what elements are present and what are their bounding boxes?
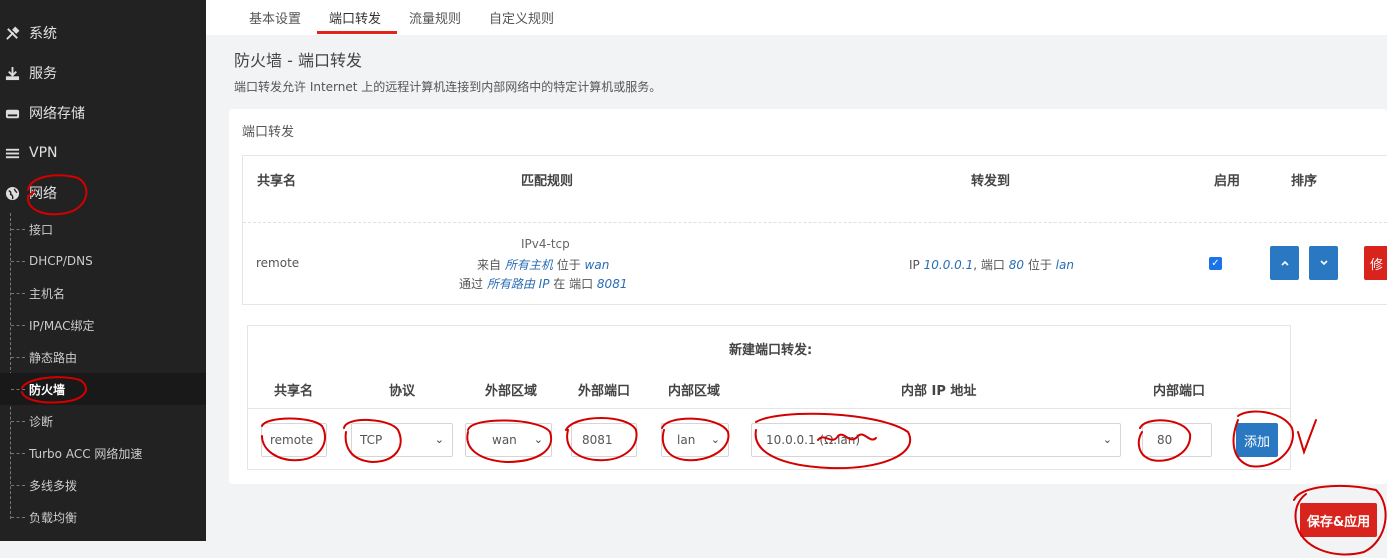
edit-button[interactable]: 修: [1364, 246, 1387, 280]
sidebar-item-label: IP/MAC绑定: [29, 318, 95, 333]
sidebar: 系统 服务 网络存储 VPN 网络 接口 DHCP/DNS 主机名 IP/MAC…: [0, 0, 206, 541]
sidebar-item-label: 多线多拨: [29, 478, 78, 493]
int-zone-select[interactable]: lan ⌄: [661, 423, 729, 457]
new-header-name: 共享名: [274, 384, 314, 399]
sidebar-item-hostnames[interactable]: 主机名: [0, 277, 206, 309]
sidebar-item-label: 防火墙: [29, 382, 66, 397]
menu-item-label: 网络: [29, 186, 57, 202]
ext-port-input[interactable]: 8081: [571, 423, 637, 457]
protocol-select[interactable]: TCP ⌄: [351, 423, 453, 457]
move-down-button[interactable]: [1309, 246, 1338, 280]
tab-port-forwarding[interactable]: 端口转发: [329, 0, 381, 34]
new-header-ext-zone: 外部区域: [485, 384, 538, 399]
chevron-down-icon: ⌄: [1102, 433, 1112, 446]
active-tab-indicator: [317, 31, 397, 34]
int-ip-select[interactable]: 10.0.0.1 (Ω.lan) ⌄: [751, 423, 1121, 457]
sidebar-item-label: DHCP/DNS: [29, 254, 93, 268]
rule-name: remote: [256, 256, 300, 270]
menu-item-nas[interactable]: 网络存储: [0, 93, 206, 133]
list-icon: [4, 145, 20, 161]
add-button[interactable]: 添加: [1236, 423, 1278, 457]
name-input[interactable]: remote: [261, 423, 327, 457]
rule-enable-checkbox[interactable]: ✓: [1209, 257, 1222, 270]
tab-basic-settings[interactable]: 基本设置: [249, 0, 301, 34]
tab-traffic-rules[interactable]: 流量规则: [409, 0, 461, 34]
sidebar-item-ip-mac-binding[interactable]: IP/MAC绑定: [0, 309, 206, 341]
tab-custom-rules[interactable]: 自定义规则: [489, 0, 554, 34]
int-zone-value: lan: [677, 433, 696, 447]
column-header-forward: 转发到: [971, 174, 1011, 189]
rule-forward-target: IP 10.0.0.1, 端口 80 位于 lan: [909, 258, 1074, 272]
chevron-down-icon: ⌄: [434, 433, 444, 446]
sidebar-item-firewall[interactable]: 防火墙: [0, 373, 206, 405]
tools-icon: [4, 25, 20, 41]
ext-port-value: 8081: [582, 433, 613, 447]
new-header-protocol: 协议: [389, 384, 416, 399]
sidebar-item-interfaces[interactable]: 接口: [0, 213, 206, 245]
rule-via: 通过 所有路由 IP 在 端口 8081: [459, 277, 628, 291]
page-title: 防火墙 - 端口转发: [234, 51, 362, 70]
download-icon: [4, 65, 20, 81]
page-description: 端口转发允许 Internet 上的远程计算机连接到内部网络中的特定计算机或服务…: [234, 80, 662, 94]
new-forward-title: 新建端口转发:: [729, 343, 813, 358]
menu-item-label: 服务: [29, 66, 57, 82]
int-port-value: 80: [1157, 433, 1173, 447]
int-port-input[interactable]: 80: [1142, 423, 1212, 457]
ext-zone-value: wan: [492, 433, 517, 447]
ext-zone-select[interactable]: wan ⌄: [465, 423, 552, 457]
column-header-sort: 排序: [1291, 174, 1318, 189]
int-ip-value: 10.0.0.1 (Ω.lan): [766, 433, 861, 447]
new-header-int-ip: 内部 IP 地址: [901, 384, 977, 399]
chevron-down-icon: ⌄: [710, 433, 720, 446]
menu-item-label: 网络存储: [29, 106, 85, 122]
chevron-down-icon: ⌄: [533, 433, 543, 446]
sidebar-item-turbo-acc[interactable]: Turbo ACC 网络加速: [0, 437, 206, 469]
chevron-up-icon: [1280, 257, 1290, 270]
table-row-divider: [243, 222, 1387, 223]
new-header-int-zone: 内部区域: [668, 384, 721, 399]
sidebar-item-static-routes[interactable]: 静态路由: [0, 341, 206, 373]
column-header-name: 共享名: [257, 174, 297, 189]
menu-item-label: VPN: [29, 145, 58, 161]
sidebar-item-dhcp-dns[interactable]: DHCP/DNS: [0, 245, 206, 277]
new-header-ext-port: 外部端口: [578, 384, 631, 399]
sidebar-item-label: 诊断: [29, 414, 54, 429]
menu-item-system[interactable]: 系统: [0, 13, 206, 53]
column-header-match: 匹配规则: [521, 174, 574, 189]
section-title: 端口转发: [242, 125, 295, 140]
rules-table: 共享名 匹配规则 转发到 启用 排序: [242, 155, 1387, 305]
sidebar-item-diagnostics[interactable]: 诊断: [0, 405, 206, 437]
new-header-int-port: 内部端口: [1153, 384, 1206, 399]
storage-icon: [4, 105, 20, 121]
sidebar-item-label: Turbo ACC 网络加速: [29, 446, 143, 461]
menu-item-services[interactable]: 服务: [0, 53, 206, 93]
column-header-enable: 启用: [1214, 174, 1241, 189]
sidebar-item-label: 负载均衡: [29, 510, 78, 525]
menu-item-vpn[interactable]: VPN: [0, 133, 206, 173]
sidebar-item-label: 静态路由: [29, 350, 78, 365]
menu-item-network[interactable]: 网络: [0, 173, 206, 213]
menu-item-label: 系统: [29, 26, 57, 42]
rule-protocol: IPv4-tcp: [521, 237, 570, 251]
protocol-value: TCP: [360, 433, 383, 447]
new-forward-divider: [248, 408, 1290, 409]
chevron-down-icon: [1319, 257, 1329, 270]
sidebar-item-label: 主机名: [29, 286, 66, 301]
tab-bar: 基本设置 端口转发 流量规则 自定义规则: [206, 0, 1387, 35]
rule-source: 来自 所有主机 位于 wan: [477, 258, 610, 272]
app-root: 系统 服务 网络存储 VPN 网络 接口 DHCP/DNS 主机名 IP/MAC…: [0, 0, 1387, 558]
save-apply-button[interactable]: 保存&应用: [1300, 503, 1377, 537]
globe-icon: [4, 185, 20, 201]
sidebar-item-multiwan[interactable]: 多线多拨: [0, 469, 206, 501]
sidebar-item-load-balance[interactable]: 负载均衡: [0, 501, 206, 533]
move-up-button[interactable]: [1270, 246, 1299, 280]
sidebar-item-label: 接口: [29, 222, 54, 237]
